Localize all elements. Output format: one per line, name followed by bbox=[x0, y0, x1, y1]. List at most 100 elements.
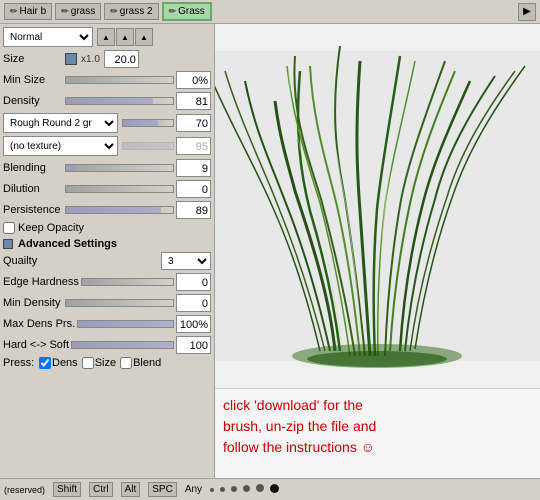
toolbar: ✏ Hair b ✏ grass ✏ grass 2 ✏ Grass ▶ bbox=[0, 0, 540, 24]
size-multiplier: x1.0 bbox=[81, 54, 100, 65]
brush-type-row: Rough Round 2 gr 70 bbox=[3, 113, 211, 133]
grass-svg bbox=[215, 24, 540, 388]
tab-grass3-label: Grass bbox=[178, 6, 205, 17]
press-size-label: Size bbox=[95, 357, 116, 369]
blending-slider[interactable] bbox=[65, 164, 174, 172]
press-size: Size bbox=[82, 357, 116, 369]
min-density-slider[interactable] bbox=[65, 299, 174, 307]
advanced-label: Advanced Settings bbox=[18, 238, 117, 250]
brush-icon-grass1: ✏ bbox=[61, 6, 69, 17]
persistence-slider[interactable] bbox=[65, 206, 174, 214]
blending-row: Blending 9 bbox=[3, 159, 211, 177]
dilution-value[interactable]: 0 bbox=[176, 180, 211, 198]
press-blend-checkbox[interactable] bbox=[120, 357, 132, 369]
blend-mode-row: Normal ▲ ▲ ▲ bbox=[3, 27, 211, 47]
press-label: Press: bbox=[3, 357, 35, 369]
blending-value[interactable]: 9 bbox=[176, 159, 211, 177]
tab-grass2[interactable]: ✏ grass 2 bbox=[104, 3, 158, 20]
spc-key[interactable]: SPC bbox=[148, 482, 177, 497]
tab-grass3[interactable]: ✏ Grass bbox=[162, 2, 212, 21]
edge-hardness-row: Edge Hardness 0 bbox=[3, 273, 211, 291]
scroll-right[interactable]: ▶ bbox=[518, 3, 536, 21]
dilution-row: Dilution 0 bbox=[3, 180, 211, 198]
min-size-slider[interactable] bbox=[65, 76, 174, 84]
shape-buttons: ▲ ▲ ▲ bbox=[97, 28, 153, 46]
instruction-line1: click 'download' for the bbox=[223, 397, 363, 413]
shift-key[interactable]: Shift bbox=[53, 482, 81, 497]
main-area: Normal ▲ ▲ ▲ Size x1.0 20.0 Min Size 0% … bbox=[0, 24, 540, 478]
press-blend: Blend bbox=[120, 357, 161, 369]
press-dens-checkbox[interactable] bbox=[39, 357, 51, 369]
brush-type-value[interactable]: 70 bbox=[176, 114, 211, 132]
quality-select[interactable]: 3 bbox=[161, 252, 211, 270]
max-dens-slider[interactable] bbox=[77, 320, 174, 328]
alt-key[interactable]: Alt bbox=[121, 482, 141, 497]
shape-btn-2[interactable]: ▲ bbox=[116, 28, 134, 46]
min-size-label: Min Size bbox=[3, 74, 63, 86]
hard-soft-slider[interactable] bbox=[71, 341, 174, 349]
right-panel: click 'download' for the brush, un-zip t… bbox=[215, 24, 540, 478]
ctrl-key[interactable]: Ctrl bbox=[89, 482, 113, 497]
dilution-slider[interactable] bbox=[65, 185, 174, 193]
persistence-value[interactable]: 89 bbox=[176, 201, 211, 219]
press-blend-label: Blend bbox=[133, 357, 161, 369]
tab-hair[interactable]: ✏ Hair b bbox=[4, 3, 52, 20]
hard-soft-value[interactable]: 100 bbox=[176, 336, 211, 354]
blend-mode-select[interactable]: Normal bbox=[3, 27, 93, 47]
min-density-value[interactable]: 0 bbox=[176, 294, 211, 312]
max-dens-row: Max Dens Prs. 100% bbox=[3, 315, 211, 333]
hard-soft-label: Hard <-> Soft bbox=[3, 339, 69, 351]
size-row: Size x1.0 20.0 bbox=[3, 50, 211, 68]
dot-1.5[interactable] bbox=[243, 484, 250, 495]
keep-opacity-row: Keep Opacity bbox=[3, 222, 211, 234]
quality-label: Quailty bbox=[3, 255, 63, 267]
left-panel: Normal ▲ ▲ ▲ Size x1.0 20.0 Min Size 0% … bbox=[0, 24, 215, 478]
edge-hardness-value[interactable]: 0 bbox=[176, 273, 211, 291]
keep-opacity-label: Keep Opacity bbox=[18, 222, 84, 234]
dilution-label: Dilution bbox=[3, 183, 63, 195]
grass-canvas bbox=[215, 24, 540, 388]
instruction-line3: follow the instructions ☺ bbox=[223, 439, 375, 455]
texture-slider[interactable] bbox=[122, 142, 174, 150]
brush-icon-grass3: ✏ bbox=[169, 6, 177, 17]
density-row: Density 81 bbox=[3, 92, 211, 110]
edge-hardness-label: Edge Hardness bbox=[3, 276, 79, 288]
density-label: Density bbox=[3, 95, 63, 107]
shape-btn-1[interactable]: ▲ bbox=[97, 28, 115, 46]
quality-row: Quailty 3 bbox=[3, 252, 211, 270]
size-value[interactable]: 20.0 bbox=[104, 50, 139, 68]
scroll-right-btn[interactable]: ▶ bbox=[518, 3, 536, 21]
any-label: Any bbox=[185, 484, 202, 495]
press-size-checkbox[interactable] bbox=[82, 357, 94, 369]
dot-0.7[interactable] bbox=[210, 484, 214, 495]
brush-type-select[interactable]: Rough Round 2 gr bbox=[3, 113, 118, 133]
size-icon bbox=[65, 53, 77, 65]
max-dens-value[interactable]: 100% bbox=[176, 315, 211, 333]
brush-type-slider[interactable] bbox=[122, 119, 174, 127]
density-slider[interactable] bbox=[65, 97, 174, 105]
press-row: Press: Dens Size Blend bbox=[3, 357, 211, 369]
keep-opacity-checkbox[interactable] bbox=[3, 222, 15, 234]
tab-grass1[interactable]: ✏ grass bbox=[55, 3, 101, 20]
dot-2.3[interactable] bbox=[270, 484, 279, 496]
texture-select[interactable]: (no texture) bbox=[3, 136, 118, 156]
min-size-value[interactable]: 0% bbox=[176, 71, 211, 89]
min-density-row: Min Density 0 bbox=[3, 294, 211, 312]
dot-0.8[interactable] bbox=[220, 484, 225, 495]
dot-2[interactable] bbox=[256, 484, 264, 495]
press-dens: Dens bbox=[39, 357, 78, 369]
shape-btn-3[interactable]: ▲ bbox=[135, 28, 153, 46]
edge-hardness-slider[interactable] bbox=[81, 278, 174, 286]
advanced-settings-header: Advanced Settings bbox=[3, 238, 211, 250]
instruction-line2: brush, un-zip the file and bbox=[223, 418, 376, 434]
texture-value[interactable]: 95 bbox=[176, 137, 211, 155]
press-dens-label: Dens bbox=[52, 357, 78, 369]
tab-hair-label: Hair b bbox=[20, 6, 47, 17]
min-size-row: Min Size 0% bbox=[3, 71, 211, 89]
copyright-label: (reserved) bbox=[4, 485, 45, 495]
brush-sizes bbox=[210, 484, 279, 496]
brush-icon-grass2: ✏ bbox=[110, 6, 118, 17]
brush-icon-hair: ✏ bbox=[10, 6, 18, 17]
density-value[interactable]: 81 bbox=[176, 92, 211, 110]
dot-1[interactable] bbox=[231, 484, 237, 495]
